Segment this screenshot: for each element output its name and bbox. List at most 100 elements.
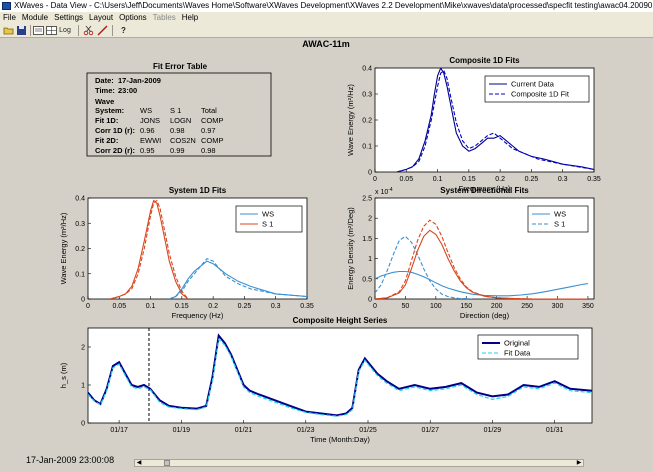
menu-file[interactable]: File [0, 12, 19, 23]
toolbar: Log ? [0, 23, 653, 38]
menu-bar: File Module Settings Layout Options Tables Hel… [0, 12, 653, 23]
x-tick-label: 0.1 [433, 176, 443, 183]
time-label: Time: [95, 86, 115, 95]
fit-cell: COMP [201, 136, 224, 145]
x-tick-label: 0 [373, 176, 377, 183]
save-icon[interactable] [16, 25, 27, 36]
cut-icon[interactable] [83, 25, 94, 36]
y-exponent: x 10-4 [375, 187, 393, 196]
x-tick-label: 0.05 [112, 303, 126, 310]
x-tick-label: 0.2 [208, 303, 218, 310]
date-label: Date: [95, 76, 114, 85]
fit-cell: EWWI [140, 136, 161, 145]
y-tick-label: 0.4 [362, 66, 372, 73]
legend-label: S 1 [554, 220, 565, 229]
x-tick-label: 01/23 [297, 427, 315, 434]
y-tick-label: 0.1 [75, 271, 85, 278]
help-button[interactable]: ? [118, 25, 129, 36]
fit-cell: COMP [201, 116, 224, 125]
y-tick-label: 0.2 [75, 246, 85, 253]
x-tick-label: 250 [521, 303, 533, 310]
y-tick-label: 2 [368, 216, 372, 223]
y-tick-label: 1 [368, 256, 372, 263]
y-exponent-base: x 10 [375, 189, 388, 196]
y-tick-label: 0 [368, 170, 372, 177]
y-tick-label: 0.5 [362, 276, 372, 283]
x-tick-label: 150 [460, 303, 472, 310]
fit-cell: 0.96 [140, 126, 155, 135]
app-icon [2, 2, 11, 10]
slider-left-arrow[interactable]: ◀ [135, 460, 143, 466]
fit-cell: JONS [140, 116, 160, 125]
data-view-icon[interactable] [33, 25, 44, 36]
y-tick-label: 0 [368, 297, 372, 304]
open-folder-icon[interactable] [3, 25, 14, 36]
menu-tables[interactable]: Tables [150, 12, 179, 23]
menu-help[interactable]: Help [179, 12, 201, 23]
fit-cell: LOGN [170, 116, 191, 125]
composite-1d-chart: Composite 1D Fits 0 0.05 0.1 0.15 0.2 0.25 0.3 0… [346, 56, 601, 193]
x-tick-label: 0.15 [175, 303, 189, 310]
grid-view-icon[interactable] [46, 25, 57, 36]
y-tick-label: 0.3 [75, 221, 85, 228]
chart-title: Composite Height Series [293, 316, 388, 325]
fit-row-label: Fit 1D: [95, 116, 118, 125]
x-axis-label: Frequency (Hz) [172, 311, 224, 320]
y-axis-label: Energy Density (m²/Deg) [346, 207, 355, 290]
status-datetime: 17-Jan-2009 23:00:08 [26, 455, 115, 465]
x-axis-label: Direction (deg) [460, 311, 510, 320]
directional-chart: System Directional Fits 0 50 100 150 200 250 30… [346, 186, 595, 320]
slider-thumb[interactable] [164, 460, 170, 466]
fit-cell: WS [140, 106, 152, 115]
menu-settings[interactable]: Settings [51, 12, 86, 23]
fit-cell: Total [201, 106, 217, 115]
window-titlebar: XWaves - Data View - C:\Users\Jeff\Docum… [0, 0, 653, 12]
x-tick-label: 350 [582, 303, 594, 310]
x-tick-label: 01/25 [359, 427, 377, 434]
y-axis-label: Wave Energy (m²/Hz) [59, 212, 68, 284]
legend-label: Fit Data [504, 349, 531, 358]
x-axis-label: Time (Month:Day) [310, 435, 370, 444]
system-1d-chart: System 1D Fits 0 0.05 0.1 0.15 0.2 0.25 0.3 0.35… [59, 186, 314, 320]
y-axis-label: h_s (m) [59, 362, 68, 388]
y-tick-label: 2 [81, 345, 85, 352]
y-tick-label: 0.4 [75, 196, 85, 203]
figure-title: AWAC-11m [302, 39, 350, 49]
fit-cell: COS2N [170, 136, 196, 145]
menu-module[interactable]: Module [19, 12, 51, 23]
legend-label: Composite 1D Fit [511, 90, 570, 99]
y-tick-label: 1 [81, 383, 85, 390]
legend-label: WS [554, 210, 566, 219]
y-tick-label: 0.1 [362, 144, 372, 151]
window-title: XWaves - Data View - C:\Users\Jeff\Docum… [14, 1, 653, 10]
fit-cell: 0.97 [201, 126, 216, 135]
x-tick-label: 01/31 [546, 427, 564, 434]
x-tick-label: 01/19 [173, 427, 191, 434]
fit-cell: 0.99 [170, 146, 185, 155]
x-tick-label: 0.1 [146, 303, 156, 310]
log-scale-button[interactable]: Log [58, 25, 72, 36]
figure-area: AWAC-11m Fit Error Table Date: 17-Jan-20… [0, 38, 653, 472]
menu-options[interactable]: Options [116, 12, 150, 23]
height-series-chart: Composite Height Series01/17 01/19 01/21 01… [59, 316, 593, 444]
y-tick-label: 2.5 [362, 196, 372, 203]
x-tick-label: 300 [552, 303, 564, 310]
x-tick-label: 0 [86, 303, 90, 310]
x-tick-label: 0 [373, 303, 377, 310]
slider-right-arrow[interactable]: ▶ [575, 460, 583, 466]
fit-table-title: Fit Error Table [153, 62, 208, 71]
figure-canvas: AWAC-11m Fit Error Table Date: 17-Jan-20… [59, 39, 601, 444]
measure-icon[interactable] [97, 25, 108, 36]
legend-label: WS [262, 210, 274, 219]
x-tick-label: 0.25 [238, 303, 252, 310]
time-value: 23:00 [118, 86, 137, 95]
menu-layout[interactable]: Layout [86, 12, 116, 23]
time-slider[interactable]: ◀ ▶ [134, 459, 584, 467]
y-axis-label: Wave Energy (m²/Hz) [346, 84, 355, 156]
x-tick-label: 0.05 [399, 176, 413, 183]
chart-title: System 1D Fits [169, 186, 227, 195]
fit-row-label: Fit 2D: [95, 136, 118, 145]
x-tick-label: 0.35 [587, 176, 601, 183]
fit-cell: 0.98 [201, 146, 216, 155]
date-value: 17-Jan-2009 [118, 76, 161, 85]
